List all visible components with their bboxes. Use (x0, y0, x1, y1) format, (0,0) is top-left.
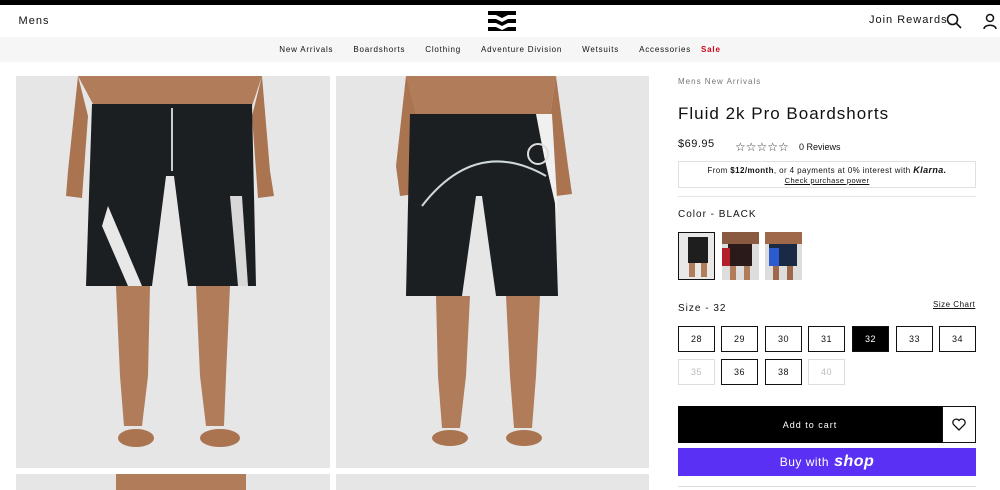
nav-accessories[interactable]: Accessories (629, 45, 701, 54)
check-purchase-power-link[interactable]: Check purchase power (679, 176, 975, 186)
nav-adventure-division[interactable]: Adventure Division (471, 45, 572, 54)
klarna-rest: , or 4 payments at 0% interest with (773, 166, 911, 175)
size-chart-link[interactable]: Size Chart (933, 300, 975, 309)
product-image-4[interactable] (336, 474, 649, 490)
shop-logo-icon: shop (834, 453, 875, 470)
add-to-cart-button[interactable]: Add to cart (678, 406, 942, 443)
size-button-40[interactable]: 40 (808, 359, 845, 385)
color-label: Color - BLACK (678, 209, 757, 220)
heart-icon (952, 418, 966, 431)
color-swatch-black[interactable] (678, 232, 715, 280)
klarna-amount: $12/month (730, 166, 774, 175)
size-button-32[interactable]: 32 (852, 326, 889, 352)
buy-with-label: Buy with (779, 455, 830, 469)
color-swatch-red[interactable] (722, 232, 759, 280)
size-button-29[interactable]: 29 (721, 326, 758, 352)
klarna-banner: From $12/month, or 4 payments at 0% inte… (678, 161, 976, 188)
product-image-3[interactable] (16, 474, 330, 490)
header-background (68, 5, 1000, 37)
product-image-back[interactable] (336, 76, 649, 468)
size-button-33[interactable]: 33 (896, 326, 933, 352)
breadcrumb[interactable]: Mens New Arrivals (678, 77, 761, 86)
size-button-38[interactable]: 38 (765, 359, 802, 385)
size-button-34[interactable]: 34 (939, 326, 976, 352)
size-label: Size - 32 (678, 303, 727, 314)
mens-tab[interactable]: Mens (0, 5, 68, 37)
user-icon[interactable] (982, 13, 998, 29)
size-button-36[interactable]: 36 (721, 359, 758, 385)
nav-sale[interactable]: Sale (701, 45, 731, 54)
size-button-31[interactable]: 31 (808, 326, 845, 352)
size-button-28[interactable]: 28 (678, 326, 715, 352)
size-button-35[interactable]: 35 (678, 359, 715, 385)
product-title: Fluid 2k Pro Boardshorts (678, 104, 890, 123)
product-price: $69.95 (678, 138, 715, 150)
divider-bottom (678, 486, 976, 487)
klarna-from: From (707, 166, 728, 175)
search-icon[interactable] (946, 13, 962, 29)
nav-wetsuits[interactable]: Wetsuits (572, 45, 629, 54)
klarna-logo-icon: Klarna. (913, 165, 947, 175)
nav-clothing[interactable]: Clothing (415, 45, 471, 54)
join-rewards-link[interactable]: Join Rewards (869, 14, 948, 26)
divider (678, 196, 976, 197)
star-rating-icon[interactable]: ☆☆☆☆☆ (735, 140, 789, 154)
nav-boardshorts[interactable]: Boardshorts (343, 45, 415, 54)
billabong-logo-icon[interactable] (486, 11, 518, 31)
buy-with-shop-button[interactable]: Buy with shop (678, 448, 976, 476)
nav-new-arrivals[interactable]: New Arrivals (269, 45, 343, 54)
size-button-30[interactable]: 30 (765, 326, 802, 352)
site-header: Mens Join Rewards (0, 5, 1000, 37)
color-swatch-blue[interactable] (765, 232, 802, 280)
wishlist-button[interactable] (942, 406, 976, 443)
reviews-link[interactable]: 0 Reviews (799, 142, 841, 152)
main-nav: New Arrivals Boardshorts Clothing Advent… (0, 37, 1000, 62)
product-image-front[interactable] (16, 76, 330, 468)
